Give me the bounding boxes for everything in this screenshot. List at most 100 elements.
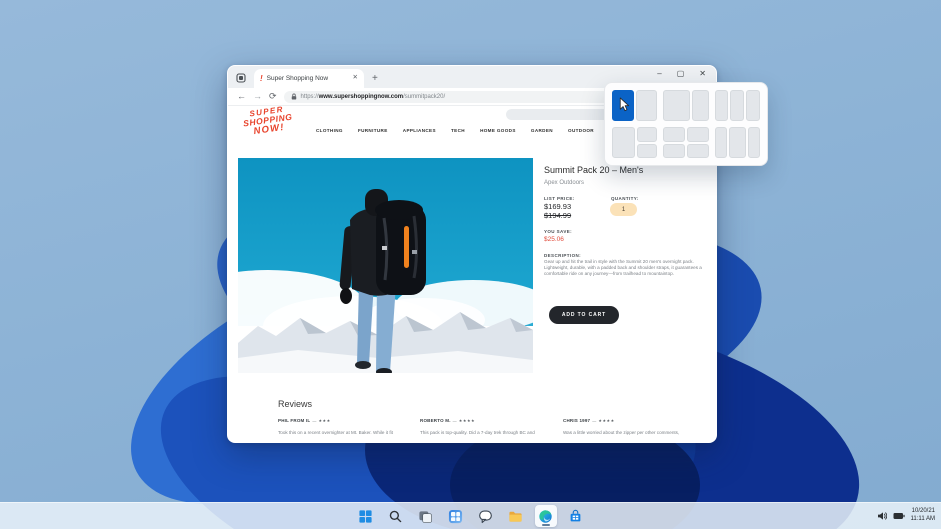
you-save-label: YOU SAVE: — [544, 229, 573, 234]
store-button[interactable] — [565, 505, 587, 527]
snap-zone[interactable] — [635, 90, 658, 121]
review-text: This pack is top-quality. Did a 7-day tr… — [420, 430, 535, 435]
snap-layout-two-columns[interactable] — [612, 90, 658, 121]
windows-start-icon — [359, 509, 372, 523]
snap-layout-three-columns[interactable] — [714, 90, 760, 121]
review-stars-icon: — ★★★ — [312, 418, 331, 423]
desktop: ! Super Shopping Now ✕ + – ▢ ✕ ← → ⟳ htt… — [0, 0, 941, 529]
product-description: Gear up and hit the trail in style with … — [544, 259, 702, 277]
review-text: Was a little worried about the zipper pe… — [563, 430, 680, 435]
nav-furniture[interactable]: FURNITURE — [358, 128, 388, 133]
snap-layout-two-columns-wide-left[interactable] — [663, 90, 709, 121]
snap-zone[interactable] — [663, 127, 685, 142]
you-save-amount: $25.06 — [544, 236, 564, 243]
taskbar: 10/20/21 11:11 AM — [0, 502, 941, 529]
site-logo[interactable]: SUPER SHOPPING NOW! — [235, 106, 300, 139]
snap-zone[interactable] — [714, 90, 729, 121]
widgets-button[interactable] — [445, 505, 467, 527]
minimize-button[interactable]: – — [657, 70, 661, 78]
snap-zone[interactable] — [636, 143, 658, 158]
chat-icon — [479, 510, 492, 523]
snap-layout-half-and-stacked[interactable] — [612, 127, 658, 158]
file-explorer-icon — [509, 511, 522, 522]
tab-actions-icon[interactable] — [235, 72, 247, 84]
snap-zone[interactable] — [686, 143, 709, 158]
main-navigation: CLOTHING FURNITURE APPLIANCES TECH HOME … — [316, 128, 594, 133]
taskbar-icons — [355, 505, 587, 527]
review-item: CHRIS 1997 — ★★★★ Was a little worried a… — [563, 418, 695, 436]
close-button[interactable]: ✕ — [699, 70, 706, 78]
task-view-icon — [419, 510, 432, 523]
new-tab-button[interactable]: + — [372, 74, 378, 84]
nav-tech[interactable]: TECH — [451, 128, 465, 133]
snap-zone[interactable] — [612, 127, 635, 158]
product-original-price: $194.99 — [544, 211, 572, 220]
cursor-icon — [619, 97, 630, 112]
window-controls: – ▢ ✕ — [657, 70, 706, 78]
review-stars-icon: — ★★★★ — [452, 418, 476, 423]
snap-zone[interactable] — [686, 127, 709, 142]
snap-layout-wide-center[interactable] — [714, 127, 760, 158]
quantity-label: QUANTITY: — [611, 196, 639, 201]
search-button[interactable] — [385, 505, 407, 527]
reviews-heading: Reviews — [278, 399, 313, 409]
reload-button[interactable]: ⟳ — [269, 92, 277, 101]
add-to-cart-button[interactable]: ADD TO CART — [549, 306, 619, 324]
review-item: PHIL FROM IL — ★★★ Took this on a recent… — [278, 418, 410, 436]
snap-zone[interactable] — [663, 90, 691, 121]
nav-outdoor[interactable]: OUTDOOR — [568, 128, 594, 133]
search-icon — [389, 510, 402, 522]
store-icon — [570, 509, 581, 521]
review-author: CHRIS 1997 — [563, 418, 591, 423]
snap-zone[interactable] — [636, 127, 658, 142]
snap-zone[interactable] — [663, 143, 685, 158]
edge-icon — [539, 509, 552, 523]
nav-appliances[interactable]: APPLIANCES — [403, 128, 436, 133]
url-text: https://www.supershoppingnow.com/summitp… — [300, 93, 446, 100]
edge-button[interactable] — [534, 505, 557, 527]
product-image — [238, 158, 533, 373]
start-button[interactable] — [355, 505, 377, 527]
product-price: $169.93 — [544, 202, 572, 211]
speaker-icon — [877, 512, 887, 520]
nav-garden[interactable]: GARDEN — [531, 128, 553, 133]
snap-layout-quadrants[interactable] — [663, 127, 709, 158]
list-price-label: LIST PRICE: — [544, 196, 575, 201]
tab-close-icon[interactable]: ✕ — [353, 75, 358, 82]
snap-zone[interactable] — [728, 127, 747, 158]
back-button[interactable]: ← — [237, 92, 246, 101]
snap-zone[interactable] — [714, 127, 727, 158]
forward-button[interactable]: → — [253, 92, 262, 101]
file-explorer-button[interactable] — [505, 505, 527, 527]
snap-zone[interactable] — [730, 90, 745, 121]
review-author: PHIL FROM IL — [278, 418, 311, 423]
task-view-button[interactable] — [415, 505, 437, 527]
snap-zone[interactable] — [692, 90, 709, 121]
chat-button[interactable] — [475, 505, 497, 527]
product-title: Summit Pack 20 – Men's — [544, 165, 644, 175]
nav-home-goods[interactable]: HOME GOODS — [480, 128, 516, 133]
description-label: DESCRIPTION: — [544, 253, 582, 258]
tray-time: 11:11 AM — [910, 516, 935, 522]
maximize-button[interactable]: ▢ — [677, 70, 685, 78]
browser-tab[interactable]: ! Super Shopping Now ✕ — [254, 69, 364, 88]
site-favicon-icon: ! — [260, 73, 263, 83]
taskbar-clock[interactable]: 10/20/21 11:11 AM — [911, 508, 935, 524]
system-tray[interactable]: 10/20/21 11:11 AM — [877, 503, 935, 529]
tab-title: Super Shopping Now — [266, 75, 329, 82]
nav-clothing[interactable]: CLOTHING — [316, 128, 343, 133]
tray-date: 10/20/21 — [911, 508, 935, 515]
product-brand: Apex Outdoors — [544, 180, 585, 186]
review-item: ROBERTO M. — ★★★★ This pack is top-quali… — [420, 418, 552, 436]
lock-icon — [291, 93, 296, 100]
snap-zone[interactable] — [748, 127, 760, 158]
snap-zone[interactable] — [746, 90, 760, 121]
widgets-icon — [448, 509, 463, 523]
battery-icon — [893, 513, 905, 519]
edge-running-indicator — [541, 524, 550, 526]
snap-layouts-flyout — [604, 82, 768, 166]
review-stars-icon: — ★★★★ — [592, 418, 615, 423]
review-author: ROBERTO M. — [420, 418, 451, 423]
review-text: Took this on a recent overnighter at Mt.… — [278, 430, 393, 435]
quantity-input[interactable]: 1 — [610, 203, 637, 216]
